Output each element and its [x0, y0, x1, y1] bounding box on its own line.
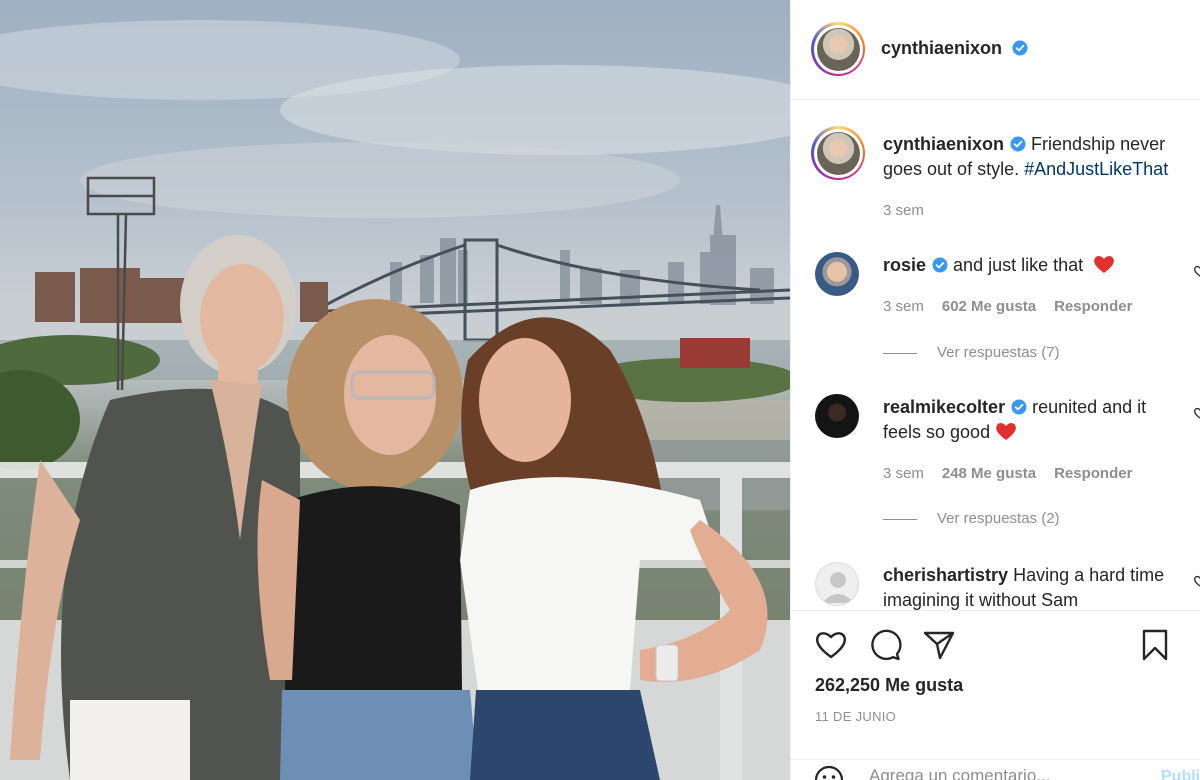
- comment-timestamp[interactable]: 3 sem: [883, 298, 924, 315]
- author-username-row: cynthiaenixon: [881, 38, 1028, 59]
- add-comment-input[interactable]: [869, 766, 1109, 780]
- comment-text: and just like that: [953, 255, 1084, 275]
- caption-timestamp[interactable]: 3 sem: [883, 202, 924, 219]
- red-heart-emoji-icon: [996, 423, 1016, 440]
- view-replies-label: Ver respuestas (7): [937, 344, 1060, 361]
- post-photo[interactable]: [0, 0, 790, 780]
- comment-like-heart-icon[interactable]: [1193, 406, 1200, 420]
- bookmark-icon: [1142, 629, 1168, 661]
- caption-hashtag-link[interactable]: #AndJustLikeThat: [1024, 159, 1168, 179]
- caption-author-avatar[interactable]: [811, 126, 865, 180]
- comment-like-heart-icon[interactable]: [1193, 574, 1200, 588]
- view-replies-button[interactable]: Ver respuestas (7): [883, 344, 1060, 361]
- comment-button[interactable]: [867, 627, 903, 663]
- save-button[interactable]: [1137, 627, 1173, 663]
- red-heart-emoji-icon: [1094, 256, 1115, 273]
- commenter-avatar[interactable]: [815, 252, 859, 296]
- verified-badge-icon: [1012, 40, 1028, 56]
- commenter-avatar[interactable]: [815, 562, 859, 606]
- commenter-username[interactable]: realmikecolter: [883, 397, 1005, 417]
- paper-plane-icon: [923, 631, 955, 660]
- view-replies-button[interactable]: Ver respuestas (2): [883, 510, 1060, 527]
- post-like-count[interactable]: 262,250 Me gusta: [815, 675, 963, 696]
- default-user-icon: [822, 572, 854, 603]
- comment-text-row: rosie and just like that: [883, 253, 1183, 278]
- reply-button[interactable]: Responder: [1054, 298, 1132, 315]
- commenter-username[interactable]: cherishartistry: [883, 565, 1008, 585]
- comment-meta: 3 sem 602 Me gusta Responder: [883, 298, 1132, 315]
- post-actions-bar: 262,250 Me gusta 11 DE JUNIO Publicar: [791, 610, 1200, 780]
- like-button[interactable]: [813, 627, 849, 663]
- smiley-icon[interactable]: [813, 764, 845, 780]
- author-avatar[interactable]: [811, 22, 865, 76]
- verified-badge-icon: [932, 257, 948, 273]
- comment-like-count[interactable]: 602 Me gusta: [942, 298, 1036, 315]
- photo-scene: [0, 20, 790, 780]
- comment-timestamp[interactable]: 3 sem: [883, 465, 924, 482]
- comment-like-count[interactable]: 248 Me gusta: [942, 465, 1036, 482]
- comment-meta: 3 sem 248 Me gusta Responder: [883, 465, 1132, 482]
- comment-like-heart-icon[interactable]: [1193, 264, 1200, 278]
- post-details-panel: cynthiaenixon cynthiaenixon Friendship n…: [790, 0, 1200, 780]
- reply-button[interactable]: Responder: [1054, 465, 1132, 482]
- commenter-avatar[interactable]: [815, 394, 859, 438]
- publish-button[interactable]: Publicar: [1161, 768, 1200, 780]
- share-button[interactable]: [921, 627, 957, 663]
- verified-badge-icon: [1011, 399, 1027, 415]
- commenter-username[interactable]: rosie: [883, 255, 926, 275]
- comment-text-row: cherishartistry Having a hard time imagi…: [883, 563, 1183, 613]
- comment-text-row: realmikecolter reunited and it feels so …: [883, 395, 1183, 445]
- view-replies-label: Ver respuestas (2): [937, 510, 1060, 527]
- verified-badge-icon: [1010, 136, 1026, 152]
- heart-icon: [816, 632, 846, 659]
- post-header: cynthiaenixon: [791, 0, 1200, 100]
- add-comment-bar: Publicar: [791, 759, 1200, 780]
- caption-username[interactable]: cynthiaenixon: [883, 134, 1004, 154]
- caption-text: cynthiaenixon Friendship never goes out …: [883, 132, 1195, 182]
- comment-bubble-icon: [871, 629, 902, 661]
- author-username[interactable]: cynthiaenixon: [881, 38, 1002, 58]
- replies-divider: [883, 352, 917, 354]
- post-date[interactable]: 11 DE JUNIO: [815, 709, 896, 724]
- replies-divider: [883, 518, 917, 520]
